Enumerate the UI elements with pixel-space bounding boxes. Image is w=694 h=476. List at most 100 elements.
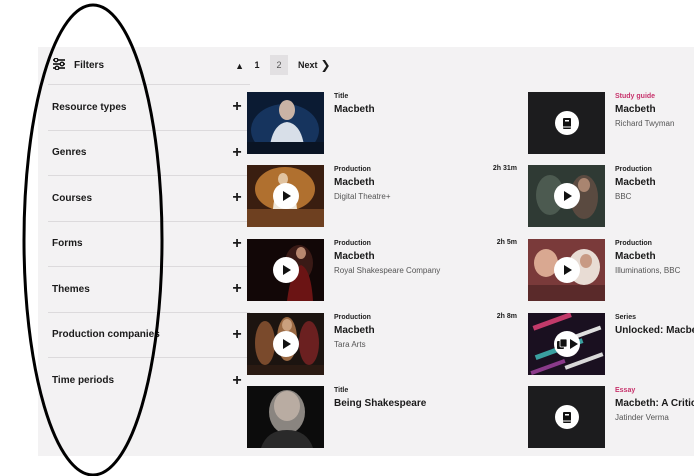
book-icon	[554, 405, 579, 429]
facet-genres[interactable]: Genres +	[48, 131, 250, 176]
result-type: Series	[615, 314, 637, 321]
result-title[interactable]: Macbeth	[334, 249, 517, 264]
result-card[interactable]: Study guide Macbeth Richard Twyman	[528, 92, 694, 154]
result-card[interactable]: Title Macbeth	[247, 92, 517, 154]
thumbnail[interactable]	[247, 386, 324, 448]
result-info: Production Macbeth Digital Theatre+ 2h 3…	[334, 165, 517, 203]
facet-courses[interactable]: Courses +	[48, 176, 250, 222]
result-type: Essay	[615, 387, 636, 394]
result-subtitle: Royal Shakespeare Company	[334, 266, 441, 275]
plus-icon[interactable]: +	[230, 281, 244, 297]
facet-label: Courses	[52, 192, 93, 204]
thumbnail[interactable]	[247, 92, 324, 154]
result-card[interactable]: Production Macbeth Tara Arts 2h 8m	[247, 313, 517, 375]
result-type: Production	[615, 240, 652, 247]
thumbnail[interactable]	[247, 313, 324, 375]
facet-resource-types[interactable]: Resource types +	[48, 85, 250, 131]
thumbnail[interactable]	[528, 239, 605, 301]
result-info: Study guide Macbeth Richard Twyman	[615, 92, 694, 130]
facet-label: Themes	[52, 283, 90, 295]
facet-forms[interactable]: Forms +	[48, 222, 250, 267]
app-panel: Filters ▲ Resource types + Genres + Cour…	[38, 47, 694, 456]
result-info: Essay Macbeth: A Critical Jatinder Verma	[615, 386, 694, 424]
play-icon[interactable]	[553, 257, 580, 283]
result-card[interactable]: Production Macbeth BBC	[528, 165, 694, 227]
thumbnail[interactable]	[528, 92, 605, 154]
facet-label: Genres	[52, 147, 87, 159]
pagination: 1 2 Next ❯	[248, 55, 331, 75]
play-icon[interactable]	[553, 183, 580, 209]
plus-icon[interactable]: +	[230, 144, 244, 161]
result-title[interactable]: Unlocked: Macbeth	[615, 323, 694, 338]
result-card[interactable]: Production Macbeth Illuminations, BBC	[528, 239, 694, 301]
thumbnail[interactable]	[247, 165, 324, 227]
play-icon[interactable]	[272, 183, 299, 209]
result-duration: 2h 8m	[496, 313, 517, 320]
result-title[interactable]: Macbeth	[334, 323, 517, 338]
facet-label: Time periods	[52, 375, 115, 387]
chevron-up-icon[interactable]: ▲	[235, 61, 244, 71]
result-title[interactable]: Macbeth	[615, 249, 694, 264]
plus-icon[interactable]: +	[230, 235, 244, 252]
result-subtitle: BBC	[615, 192, 632, 201]
result-info: Title Being Shakespeare	[334, 386, 517, 411]
facet-label: Resource types	[52, 101, 127, 113]
thumbnail[interactable]	[247, 239, 324, 301]
result-title[interactable]: Macbeth	[334, 102, 517, 117]
stack-icon[interactable]	[553, 331, 580, 357]
result-type: Production	[334, 240, 371, 247]
plus-icon[interactable]: +	[230, 99, 244, 115]
play-icon[interactable]	[272, 331, 299, 357]
result-subtitle: Digital Theatre+	[334, 192, 391, 201]
next-label: Next	[298, 60, 318, 70]
plus-icon[interactable]: +	[230, 372, 244, 389]
facet-themes[interactable]: Themes +	[48, 267, 250, 313]
facet-time-periods[interactable]: Time periods +	[48, 358, 250, 404]
chevron-right-icon: ❯	[320, 58, 331, 72]
sliders-icon	[52, 57, 66, 75]
result-info: Production Macbeth BBC	[615, 165, 694, 203]
result-duration: 2h 5m	[496, 239, 517, 246]
result-card[interactable]: Essay Macbeth: A Critical Jatinder Verma	[528, 386, 694, 448]
result-duration: 2h 31m	[492, 165, 517, 172]
thumbnail[interactable]	[528, 165, 605, 227]
result-subtitle: Tara Arts	[334, 340, 366, 349]
result-title[interactable]: Macbeth	[615, 102, 694, 117]
filters-header[interactable]: Filters ▲	[48, 47, 250, 85]
result-type: Study guide	[615, 93, 656, 100]
result-card[interactable]: Production Macbeth Digital Theatre+ 2h 3…	[247, 165, 517, 227]
result-card[interactable]: Series Unlocked: Macbeth	[528, 313, 694, 375]
thumbnail[interactable]	[528, 386, 605, 448]
result-title[interactable]: Macbeth	[334, 175, 517, 190]
play-icon[interactable]	[272, 257, 299, 283]
result-info: Production Macbeth Illuminations, BBC	[615, 239, 694, 277]
page-1-link[interactable]: 1	[248, 55, 266, 75]
filters-title: Filters	[74, 60, 105, 71]
result-subtitle: Richard Twyman	[615, 119, 675, 128]
facet-production-companies[interactable]: Production companies +	[48, 313, 250, 358]
result-type: Title	[334, 93, 349, 100]
book-icon	[554, 111, 579, 135]
result-type: Production	[615, 166, 652, 173]
page-2-current[interactable]: 2	[270, 55, 288, 75]
filters-header-left: Filters	[52, 57, 104, 75]
thumbnail[interactable]	[528, 313, 605, 375]
result-type: Production	[334, 166, 371, 173]
result-info: Series Unlocked: Macbeth	[615, 313, 694, 338]
result-subtitle: Illuminations, BBC	[615, 266, 681, 275]
plus-icon[interactable]: +	[230, 190, 244, 206]
result-title[interactable]: Being Shakespeare	[334, 396, 517, 411]
facet-label: Production companies	[52, 329, 160, 341]
result-info: Title Macbeth	[334, 92, 517, 117]
next-page-link[interactable]: Next ❯	[298, 58, 331, 72]
filters-sidebar: Filters ▲ Resource types + Genres + Cour…	[48, 47, 250, 404]
facet-label: Forms	[52, 238, 83, 250]
result-info: Production Macbeth Tara Arts 2h 8m	[334, 313, 517, 351]
plus-icon[interactable]: +	[230, 326, 244, 343]
result-type: Production	[334, 314, 371, 321]
result-card[interactable]: Production Macbeth Royal Shakespeare Com…	[247, 239, 517, 301]
result-title[interactable]: Macbeth: A Critical	[615, 396, 694, 411]
result-type: Title	[334, 387, 349, 394]
result-card[interactable]: Title Being Shakespeare	[247, 386, 517, 448]
result-title[interactable]: Macbeth	[615, 175, 694, 190]
